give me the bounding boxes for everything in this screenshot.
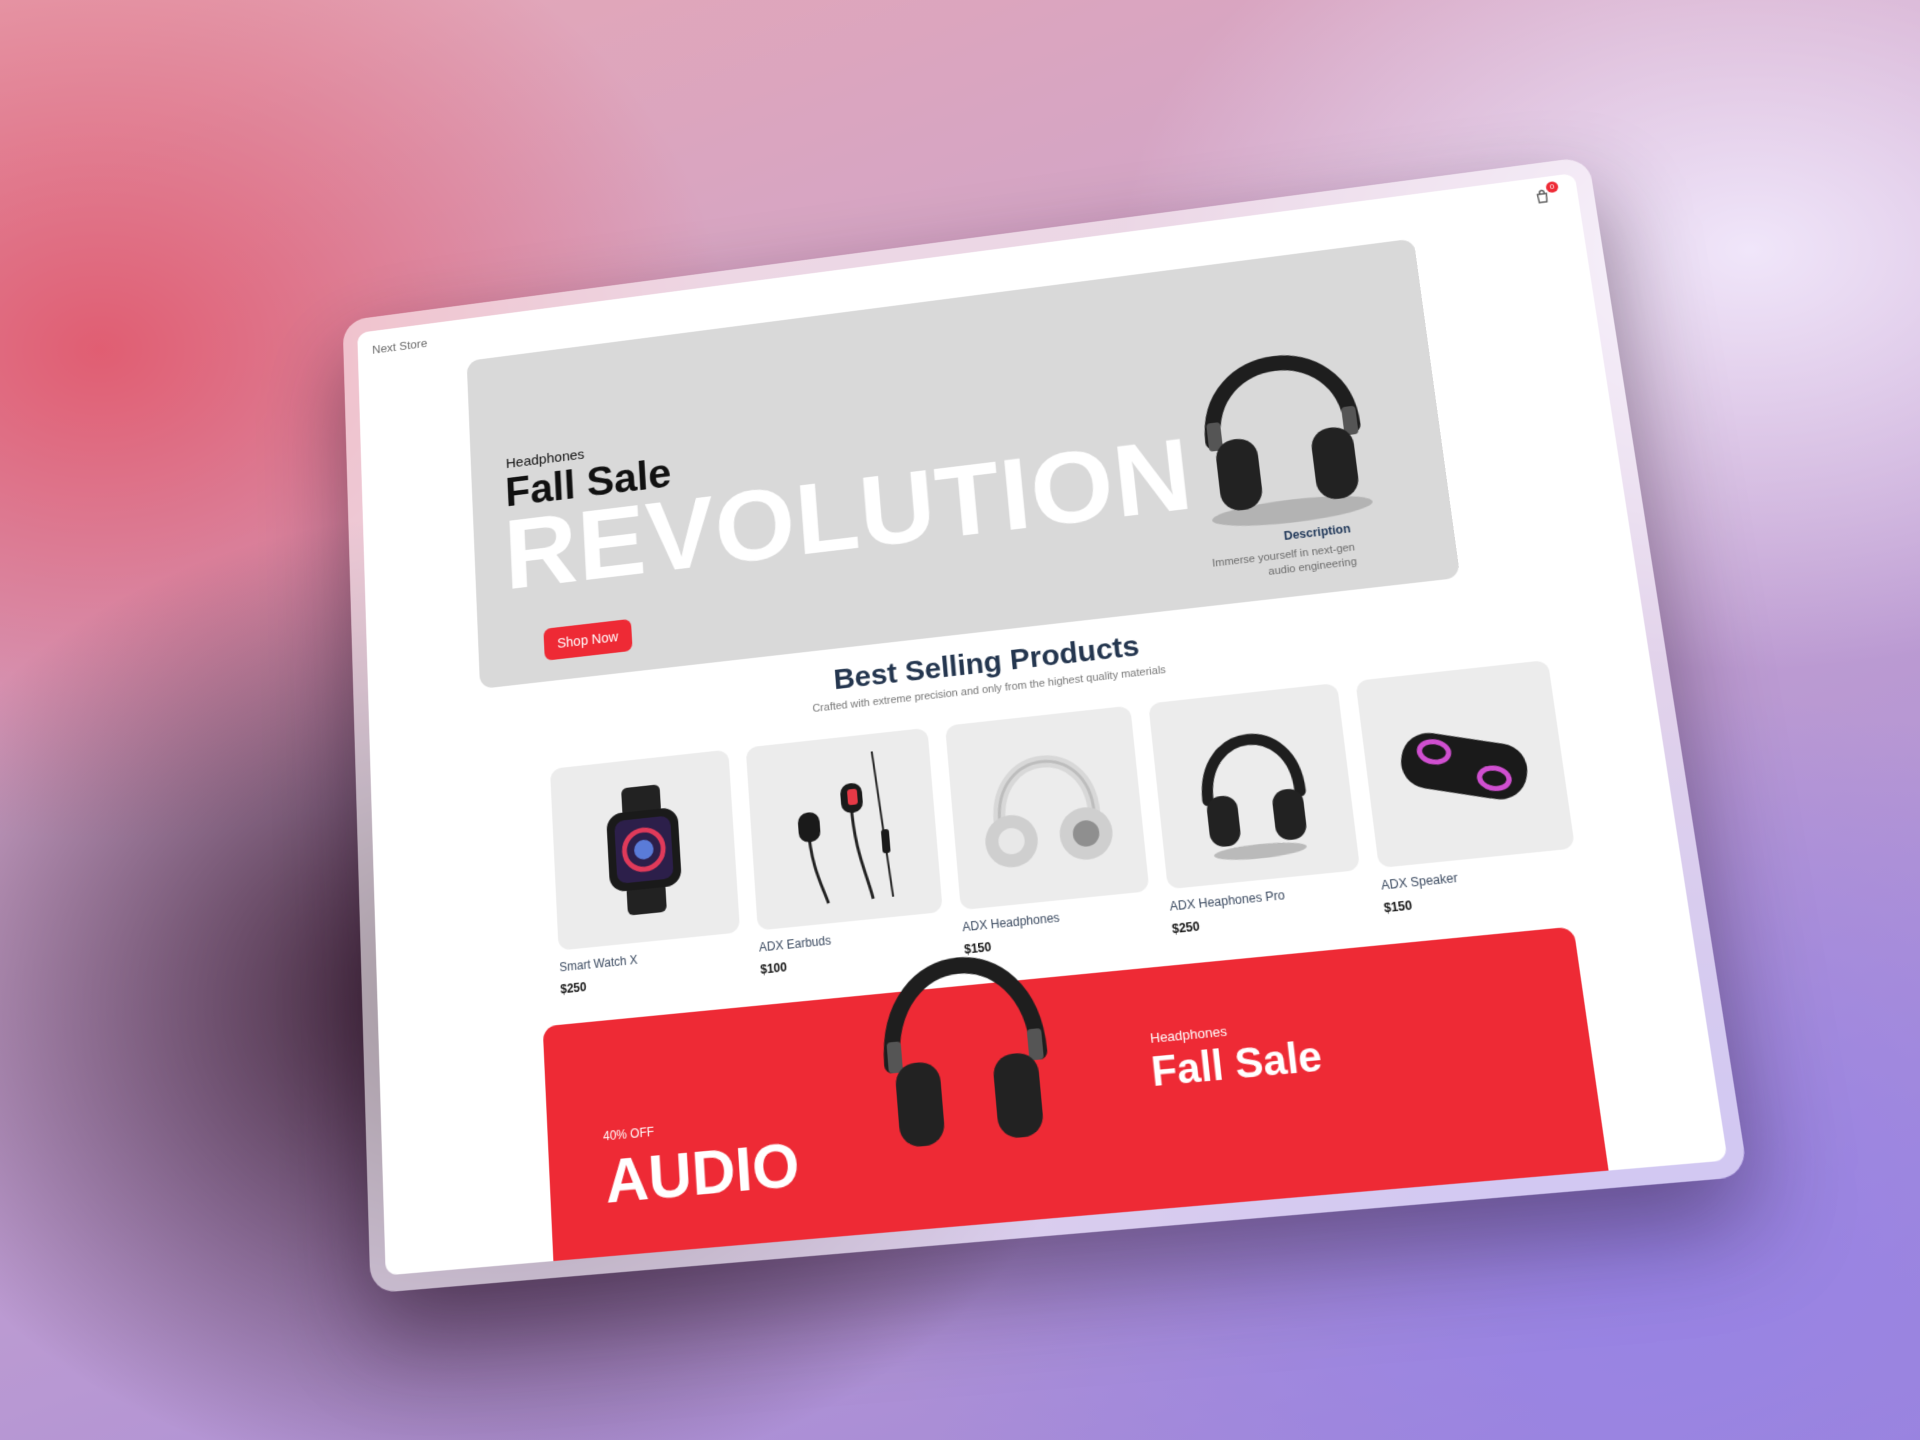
headphones-icon [1168,703,1339,869]
product-image[interactable] [746,728,943,931]
promo-big-text: AUDIO [604,1128,802,1217]
product-card[interactable]: ADX Heaphones Pro $250 [1148,683,1367,944]
description-text: Immerse yourself in next-gen audio engin… [1183,541,1357,589]
headphones-icon [1164,291,1401,550]
product-card[interactable]: Smart Watch X $250 [550,750,744,1005]
headphones-icon [964,725,1129,890]
product-image[interactable] [550,750,740,951]
product-image[interactable] [1355,660,1575,868]
product-card[interactable]: ADX Speaker $150 [1355,660,1583,924]
shop-now-button[interactable]: Shop Now [543,619,632,661]
headphones-icon [853,905,1076,1151]
brand-logo[interactable]: Next Store [372,336,428,356]
speaker-icon [1376,680,1553,848]
device-frame: Next Store 0 Headphones Fall Sale REVOLU… [343,156,1749,1293]
stage: Next Store 0 Headphones Fall Sale REVOLU… [0,0,1920,1440]
product-image[interactable] [1148,683,1360,889]
browser-window: Next Store 0 Headphones Fall Sale REVOLU… [357,173,1728,1275]
cart-button[interactable]: 0 [1532,187,1555,208]
product-image[interactable] [945,706,1149,911]
earbuds-icon [764,747,923,911]
cart-count-badge: 0 [1545,181,1559,193]
smart-watch-icon [568,769,721,931]
hero-big-text: REVOLUTION [502,422,1197,605]
